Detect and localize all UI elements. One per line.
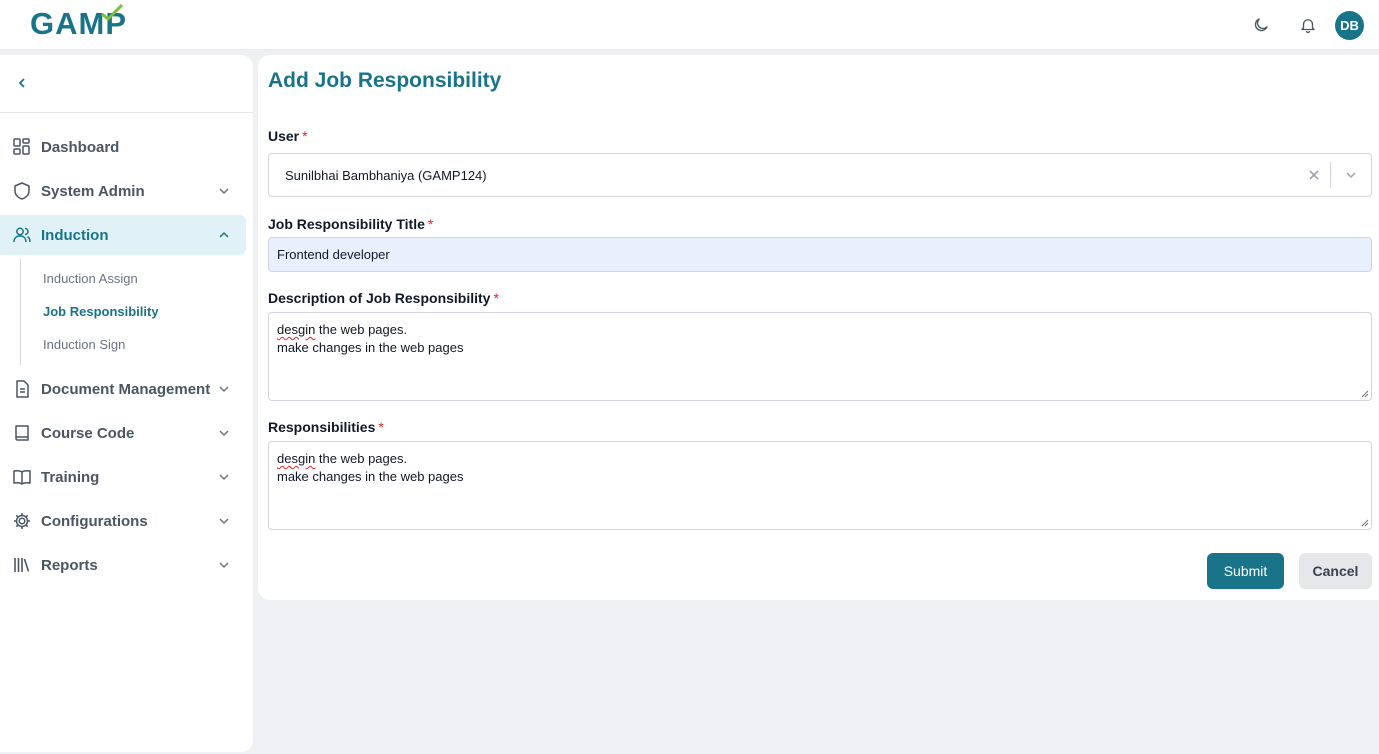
bell-icon <box>1300 19 1315 34</box>
sidebar-item-configurations[interactable]: Configurations <box>0 501 246 541</box>
sidebar-item-document-management[interactable]: Document Management <box>0 369 246 409</box>
sidebar: Dashboard System Admin Induction Inducti… <box>0 55 253 752</box>
chevron-down-icon <box>219 474 229 481</box>
book-icon <box>15 425 29 441</box>
sidebar-item-label: Course Code <box>41 424 135 442</box>
sidebar-divider <box>0 112 253 113</box>
sidebar-item-system-admin[interactable]: System Admin <box>0 171 246 211</box>
select-separator <box>1330 162 1331 188</box>
open-book-icon <box>13 469 31 485</box>
required-mark: * <box>378 419 384 435</box>
chevron-up-icon <box>219 231 229 238</box>
submenu-item-job-responsibility[interactable]: Job Responsibility <box>21 295 253 328</box>
sidebar-item-label: Induction <box>41 226 109 244</box>
chevron-left-icon <box>18 78 25 88</box>
sidebar-item-label: Training <box>41 468 100 486</box>
responsibilities-line: make changes in the web pages <box>277 469 464 484</box>
resize-handle-icon[interactable] <box>1361 390 1369 398</box>
sidebar-item-label: System Admin <box>41 182 145 200</box>
document-icon <box>16 380 29 398</box>
dashboard-icon <box>13 138 30 155</box>
chevron-down-icon <box>219 188 229 195</box>
sidebar-item-dashboard[interactable]: Dashboard <box>0 127 246 167</box>
dark-mode-toggle[interactable] <box>1237 7 1284 43</box>
close-icon <box>1309 170 1319 180</box>
sidebar-item-training[interactable]: Training <box>0 457 246 497</box>
description-line: make changes in the web pages <box>277 340 464 355</box>
sidebar-item-label: Configurations <box>41 512 148 530</box>
responsibilities-label: Responsibilities * <box>268 419 384 435</box>
description-textarea[interactable]: desgin the web pages. make changes in th… <box>268 312 1372 401</box>
required-mark: * <box>493 290 499 306</box>
submenu-item-induction-assign[interactable]: Induction Assign <box>21 262 253 295</box>
top-bar: GAMP DB <box>0 0 1379 50</box>
sidebar-item-label: Reports <box>41 556 98 574</box>
sidebar-item-label: Document Management <box>41 380 211 398</box>
description-line: desgin the web pages. <box>277 322 408 337</box>
sidebar-item-course-code[interactable]: Course Code <box>0 413 246 453</box>
chevron-down-icon <box>219 430 229 437</box>
gamp-logo[interactable]: GAMP <box>30 4 127 42</box>
user-avatar[interactable]: DB <box>1335 10 1364 40</box>
cancel-button[interactable]: Cancel <box>1299 553 1372 589</box>
users-icon <box>13 227 31 243</box>
required-mark: * <box>302 128 308 144</box>
chevron-down-icon <box>219 562 229 569</box>
chevron-down-icon <box>219 518 229 525</box>
notifications-button[interactable] <box>1284 7 1331 43</box>
sidebar-item-induction[interactable]: Induction <box>0 215 246 255</box>
responsibilities-textarea[interactable]: desgin the web pages. make changes in th… <box>268 441 1372 530</box>
induction-submenu: Induction Assign Job Responsibility Indu… <box>20 259 253 365</box>
shield-icon <box>14 182 30 200</box>
user-select[interactable]: Sunilbhai Bambhaniya (GAMP124) <box>268 153 1372 197</box>
collapse-sidebar-button[interactable] <box>10 71 34 95</box>
job-title-label: Job Responsibility Title * <box>268 216 433 232</box>
responsibilities-label-text: Responsibilities <box>268 419 376 435</box>
job-title-input[interactable]: Frontend developer <box>268 237 1372 272</box>
moon-icon <box>1254 18 1268 32</box>
user-select-value: Sunilbhai Bambhaniya (GAMP124) <box>285 167 487 183</box>
description-label: Description of Job Responsibility * <box>268 290 499 306</box>
job-title-label-text: Job Responsibility Title <box>268 216 425 232</box>
logo-check-icon <box>101 4 124 22</box>
submit-button[interactable]: Submit <box>1207 553 1284 589</box>
resize-handle-icon[interactable] <box>1361 519 1369 527</box>
required-mark: * <box>427 216 434 232</box>
clear-selection-button[interactable] <box>1305 166 1323 184</box>
chevron-down-icon[interactable] <box>1343 167 1359 183</box>
sidebar-item-label: Dashboard <box>41 138 120 156</box>
gear-icon <box>14 513 30 529</box>
page-title: Add Job Responsibility <box>268 69 502 92</box>
library-icon <box>14 558 30 572</box>
user-label: User * <box>268 128 308 144</box>
description-label-text: Description of Job Responsibility <box>268 290 491 306</box>
submenu-item-induction-sign[interactable]: Induction Sign <box>21 328 253 361</box>
sidebar-item-reports[interactable]: Reports <box>0 545 246 585</box>
responsibilities-line: desgin the web pages. <box>277 451 408 466</box>
form-card: Add Job Responsibility User * Sunilbhai B… <box>258 55 1379 600</box>
chevron-down-icon <box>219 386 229 393</box>
user-label-text: User <box>268 128 300 144</box>
sidebar-nav: Dashboard System Admin Induction Inducti… <box>0 127 253 589</box>
